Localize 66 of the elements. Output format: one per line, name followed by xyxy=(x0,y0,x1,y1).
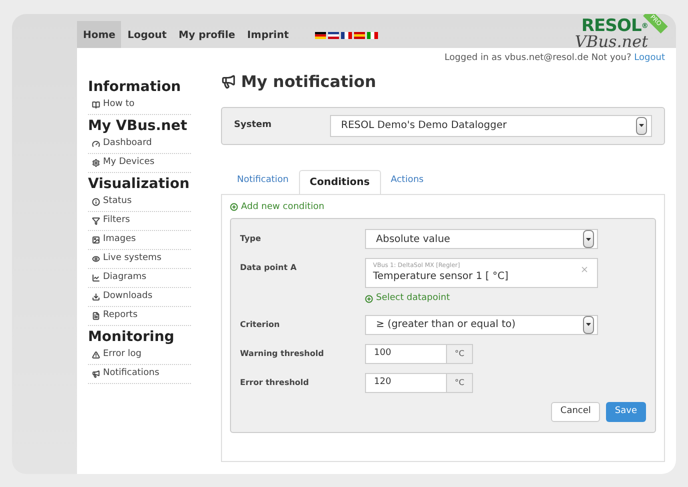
plus-icon xyxy=(365,294,373,303)
sidebar-item[interactable]: Downloads xyxy=(88,288,191,307)
warning-icon xyxy=(92,351,100,359)
vertical-flag-icon[interactable] xyxy=(340,32,352,39)
login-status: Logged in as vbus.net@resol.de Not you? Logout xyxy=(444,52,665,65)
select-field[interactable]: ≥ (greater than or equal to) xyxy=(365,314,598,334)
sidebar-item[interactable]: Reports xyxy=(88,307,191,326)
unit-addon: °C xyxy=(447,372,473,392)
sidebar-item[interactable]: How to xyxy=(88,96,191,115)
vertical-flag-icon[interactable] xyxy=(366,32,378,39)
dropdown-caret-icon xyxy=(583,316,594,334)
sidebar-heading: Information xyxy=(88,78,182,96)
threshold-field[interactable]: 100 xyxy=(365,344,447,364)
megaphone-icon xyxy=(92,370,100,378)
sidebar-item[interactable]: Error log xyxy=(88,346,191,365)
nav-link[interactable]: My profile xyxy=(172,21,242,50)
info-icon xyxy=(92,198,100,206)
tab[interactable]: Conditions xyxy=(298,170,381,194)
dropdown-caret-icon xyxy=(636,116,647,134)
sidebar-item[interactable]: Diagrams xyxy=(88,269,191,288)
field-label: System xyxy=(234,118,272,132)
gear-icon xyxy=(92,159,100,167)
chart-icon xyxy=(92,274,100,282)
system-select[interactable]: RESOL Demo's Demo Datalogger xyxy=(330,114,652,136)
field-label: Data point A xyxy=(240,262,298,274)
horizontal-flag-icon[interactable] xyxy=(328,32,339,39)
add-condition-link[interactable]: Add new condition xyxy=(230,200,656,214)
sidebar-item[interactable]: Filters xyxy=(88,212,191,231)
eye-icon xyxy=(92,255,100,263)
select-datapoint-link[interactable]: Select datapoint xyxy=(365,292,598,306)
download-icon xyxy=(92,293,100,301)
unit-addon: °C xyxy=(447,344,473,364)
field-label: Type xyxy=(240,233,262,245)
gauge-icon xyxy=(92,140,100,148)
sidebar-item[interactable]: Status xyxy=(88,193,191,212)
megaphone-icon xyxy=(221,74,236,89)
sidebar-item[interactable]: My Devices xyxy=(88,154,191,173)
filter-icon xyxy=(92,217,100,225)
sidebar-heading: Monitoring xyxy=(88,328,176,346)
cancel-button[interactable]: Cancel xyxy=(551,402,600,422)
tab[interactable]: Actions xyxy=(380,168,434,194)
nav-link[interactable]: Home xyxy=(77,21,122,50)
logout-link[interactable]: Logout xyxy=(634,53,665,63)
field-label: Error threshold xyxy=(240,376,310,388)
plus-icon xyxy=(230,203,238,212)
sidebar-item[interactable]: Live systems xyxy=(88,250,191,269)
sidebar-heading: Visualization xyxy=(88,175,190,193)
field-label: Warning threshold xyxy=(240,348,325,360)
select-field[interactable]: Absolute value xyxy=(365,229,598,249)
image-icon xyxy=(92,236,100,244)
sidebar-item[interactable]: Dashboard xyxy=(88,135,191,154)
logo-product: VBus.net xyxy=(574,34,648,50)
document-icon xyxy=(92,312,100,320)
dropdown-caret-icon xyxy=(583,230,594,248)
horizontal-flag-icon[interactable] xyxy=(314,32,326,39)
tab[interactable]: Notification xyxy=(227,168,299,194)
nav-link[interactable]: Logout xyxy=(121,21,173,50)
sidebar-item[interactable]: Images xyxy=(88,231,191,250)
nav-link[interactable]: Imprint xyxy=(241,21,295,50)
threshold-field[interactable]: 120 xyxy=(365,372,447,392)
sidebar-item[interactable]: Notifications xyxy=(88,365,191,384)
page-title: My notification xyxy=(241,70,376,92)
datapoint-value: Temperature sensor 1 [ °C] xyxy=(373,270,510,283)
field-label: Criterion xyxy=(240,318,281,330)
book-icon xyxy=(92,101,100,109)
sidebar-heading: My VBus.net xyxy=(88,117,188,135)
